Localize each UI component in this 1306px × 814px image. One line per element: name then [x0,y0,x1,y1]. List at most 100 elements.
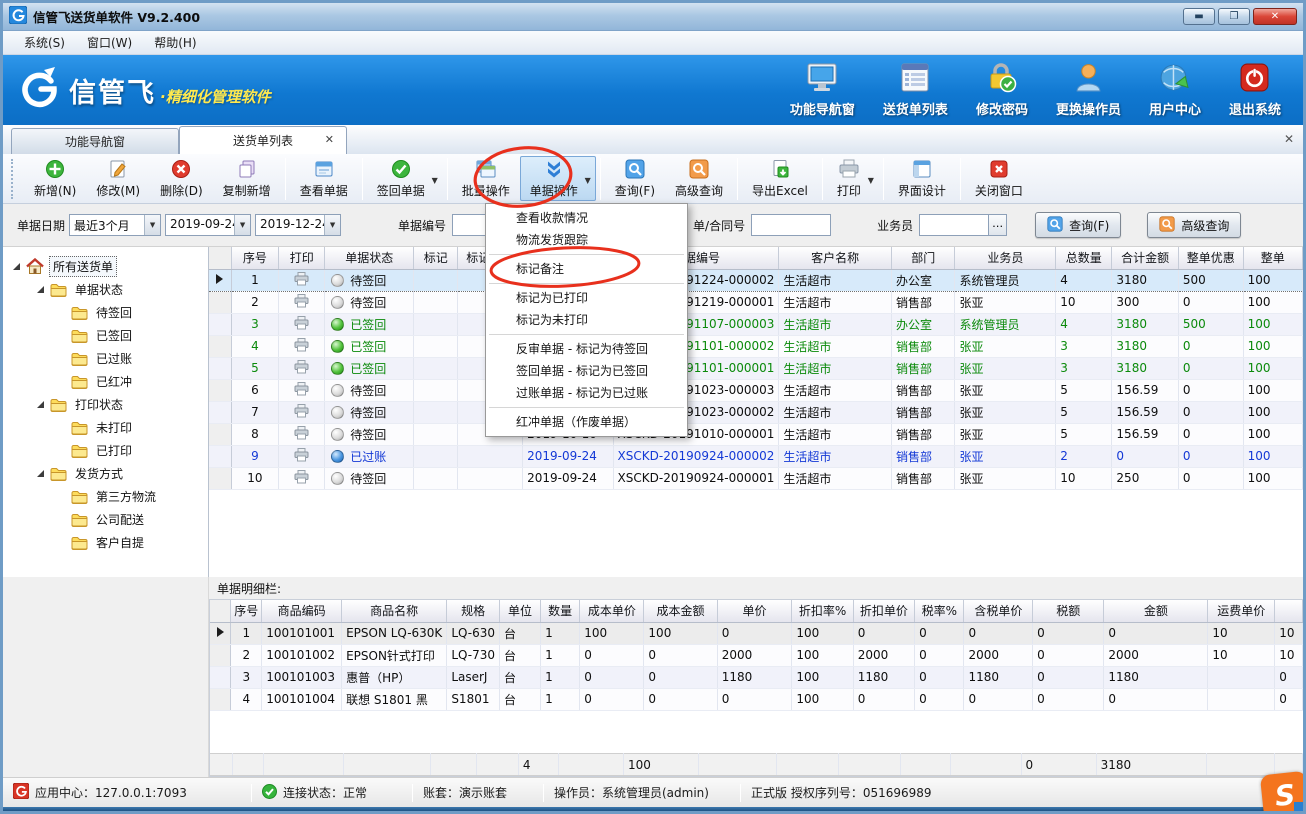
toolbar-button-关闭窗口[interactable]: 关闭窗口 [965,156,1033,201]
main-column-header-业务员[interactable]: 业务员 [955,247,1056,269]
main-column-header-整单[interactable]: 整单 [1243,247,1302,269]
delivery-row-9[interactable]: 9已过账2019-09-24XSCKD-20190924-000002生活超市销… [209,445,1303,467]
detail-column-header-税额[interactable]: 税额 [1033,600,1104,622]
contract-input[interactable] [751,214,831,236]
toolbar-button-删除(D)[interactable]: 删除(D) [150,156,213,201]
main-column-header-序号[interactable]: 序号 [231,247,279,269]
toolbar-button-查看单据[interactable]: 查看单据 [290,156,358,201]
detail-column-header-商品编码[interactable]: 商品编码 [262,600,342,622]
sidebar-item-待签回[interactable]: 待签回 [3,301,208,324]
minimize-button[interactable]: ▬ [1183,8,1215,25]
tree-expander-icon[interactable] [37,470,44,477]
main-column-header-indicator[interactable] [209,247,231,269]
detail-column-header-单位[interactable]: 单位 [500,600,541,622]
sidebar-item-已打印[interactable]: 已打印 [3,439,208,462]
main-column-header-打印[interactable]: 打印 [279,247,325,269]
detail-row-4[interactable]: 4100101004联想 S1801 黑S1801台1000100000000 [210,688,1303,710]
toolbar-button-查询(F)[interactable]: 查询(F) [605,156,665,201]
sidebar-item-单据状态[interactable]: 单据状态 [3,278,208,301]
chevron-down-icon[interactable]: ▼ [432,176,438,185]
menubar-item-2[interactable]: 帮助(H) [143,31,207,54]
delivery-row-2[interactable]: 2待签回2019-12-19XSCKD-20191219-000001生活超市销… [209,291,1303,313]
sidebar-item-发货方式[interactable]: 发货方式 [3,462,208,485]
delivery-row-8[interactable]: 8待签回2019-10-10XSCKD-20191010-000001生活超市销… [209,423,1303,445]
detail-column-header-col0[interactable] [210,600,231,622]
detail-column-header-单价[interactable]: 单价 [717,600,792,622]
detail-column-header-成本金额[interactable]: 成本金额 [644,600,717,622]
main-column-header-合计金额[interactable]: 合计金额 [1112,247,1178,269]
delivery-row-4[interactable]: 4已签回2019-11-01XSCKD-20191101-000002生活超市销… [209,335,1303,357]
sidebar-item-打印状态[interactable]: 打印状态 [3,393,208,416]
menubar-item-1[interactable]: 窗口(W) [76,31,143,54]
chevron-down-icon[interactable]: ▼ [144,215,160,235]
sidebar-item-已过账[interactable]: 已过账 [3,347,208,370]
sidebar-item-已红冲[interactable]: 已红冲 [3,370,208,393]
menu-item-签回单据 - 标记为已签回[interactable]: 签回单据 - 标记为已签回 [486,360,687,382]
banner-button-退出系统[interactable]: 退出系统 [1229,62,1281,118]
sidebar-item-未打印[interactable]: 未打印 [3,416,208,439]
chevron-down-icon[interactable]: ▼ [868,176,874,185]
toolbar-button-界面设计[interactable]: 界面设计 [888,156,956,201]
tabstrip-close-icon[interactable]: ✕ [1284,132,1294,146]
toolbar-button-高级查询[interactable]: 高级查询 [665,156,733,201]
main-column-header-标记[interactable]: 标记 [414,247,458,269]
delivery-row-6[interactable]: 6待签回2019-10-23XSCKD-20191023-000003生活超市销… [209,379,1303,401]
toolbar-button-导出Excel[interactable]: 导出Excel [742,156,818,201]
sidebar-item-公司配送[interactable]: 公司配送 [3,508,208,531]
menu-item-标记备注[interactable]: 标记备注 [486,258,687,280]
tree-expander-icon[interactable] [13,263,20,270]
detail-column-header-商品名称[interactable]: 商品名称 [342,600,447,622]
menu-item-红冲单据（作废单据）[interactable]: 红冲单据（作废单据） [486,411,687,433]
salesman-picker-button[interactable]: … [989,214,1007,236]
menubar-item-0[interactable]: 系统(S) [13,31,76,54]
date-range-select[interactable]: 最近3个月▼ [69,214,161,236]
maximize-button[interactable]: ❐ [1218,8,1250,25]
toolbar-button-批量操作[interactable]: 批量操作 [452,156,520,201]
tree-expander-icon[interactable] [37,286,44,293]
salesman-input[interactable] [919,214,989,236]
detail-column-header-运费单价[interactable]: 运费单价 [1208,600,1275,622]
banner-button-用户中心[interactable]: 用户中心 [1149,62,1201,118]
main-column-header-整单优惠[interactable]: 整单优惠 [1178,247,1243,269]
chevron-down-icon[interactable]: ▼ [234,215,250,235]
sidebar-item-客户自提[interactable]: 客户自提 [3,531,208,554]
toolbar-button-单据操作[interactable]: 单据操作▼ [520,156,596,201]
banner-button-送货单列表[interactable]: 送货单列表 [883,62,948,118]
detail-row-2[interactable]: 2100101002EPSON针式打印LQ-730台10020001002000… [210,644,1303,666]
toolbar-button-新增(N)[interactable]: 新增(N) [24,156,86,201]
query-button[interactable]: 查询(F) [1035,212,1121,238]
menu-item-物流发货跟踪[interactable]: 物流发货跟踪 [486,229,687,251]
close-button[interactable]: ✕ [1253,8,1297,25]
detail-column-header-规格[interactable]: 规格 [447,600,500,622]
detail-column-header-税率%[interactable]: 税率% [915,600,964,622]
menu-item-标记为已打印[interactable]: 标记为已打印 [486,287,687,309]
banner-button-功能导航窗[interactable]: 功能导航窗 [790,62,855,118]
detail-column-header-数量[interactable]: 数量 [541,600,580,622]
detail-row-3[interactable]: 3100101003惠普（HP）LaserJ台10011801001180011… [210,666,1303,688]
menu-item-过账单据 - 标记为已过账[interactable]: 过账单据 - 标记为已过账 [486,382,687,404]
menu-item-查看收款情况[interactable]: 查看收款情况 [486,207,687,229]
tree-expander-icon[interactable] [37,401,44,408]
main-column-header-总数量[interactable]: 总数量 [1056,247,1112,269]
sidebar-item-所有送货单[interactable]: 所有送货单 [3,255,208,278]
menu-item-反审单据 - 标记为待签回[interactable]: 反审单据 - 标记为待签回 [486,338,687,360]
tab-送货单列表[interactable]: 送货单列表✕ [179,126,347,154]
detail-column-header-序号[interactable]: 序号 [231,600,262,622]
tab-功能导航窗[interactable]: 功能导航窗 [11,128,179,154]
detail-column-header-含税单价[interactable]: 含税单价 [964,600,1033,622]
detail-column-header-成本单价[interactable]: 成本单价 [580,600,644,622]
chevron-down-icon[interactable]: ▼ [324,215,340,235]
detail-column-header-折扣率%[interactable]: 折扣率% [792,600,853,622]
tab-close-icon[interactable]: ✕ [325,133,334,146]
detail-column-header-金额[interactable]: 金额 [1104,600,1208,622]
banner-button-更换操作员[interactable]: 更换操作员 [1056,62,1121,118]
delivery-row-7[interactable]: 7待签回2019-10-23XSCKD-20191023-000002生活超市销… [209,401,1303,423]
toolbar-button-签回单据[interactable]: 签回单据▼ [367,156,443,201]
advanced-query-button[interactable]: 高级查询 [1147,212,1241,238]
delivery-row-5[interactable]: 5已签回2019-11-01XSCKD-20191101-000001生活超市销… [209,357,1303,379]
delivery-row-10[interactable]: 10待签回2019-09-24XSCKD-20190924-000001生活超市… [209,467,1303,489]
sidebar-item-第三方物流[interactable]: 第三方物流 [3,485,208,508]
main-column-header-客户名称[interactable]: 客户名称 [779,247,892,269]
main-column-header-部门[interactable]: 部门 [891,247,955,269]
main-column-header-单据状态[interactable]: 单据状态 [325,247,414,269]
